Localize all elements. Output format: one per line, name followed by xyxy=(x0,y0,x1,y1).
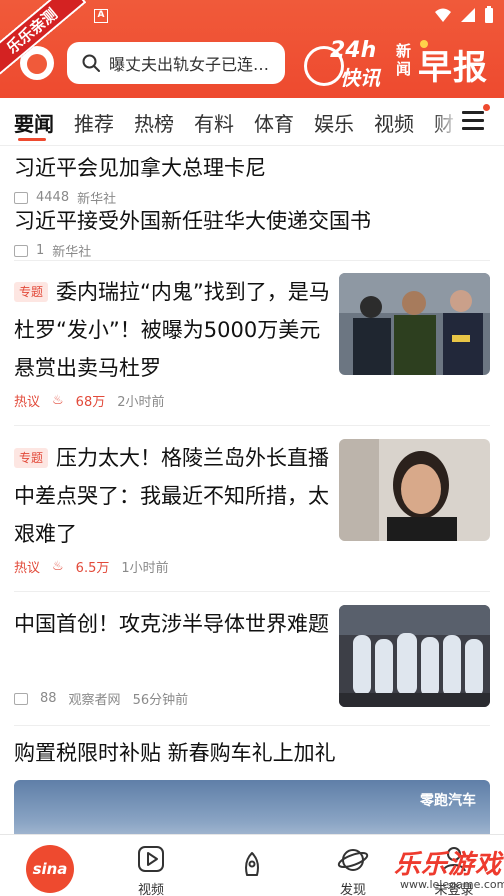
news-meta: 热议 ♨ 68万 2小时前 xyxy=(14,391,165,410)
news-meta: 热议 ♨ 6.5万 1小时前 xyxy=(14,557,169,576)
search-input[interactable]: 曝丈夫出轨女子已连… xyxy=(67,42,285,84)
divider xyxy=(14,591,490,592)
search-placeholder: 曝丈夫出轨女子已连… xyxy=(109,55,270,74)
comment-count: 4448 xyxy=(36,190,70,205)
rocket-icon xyxy=(245,852,259,876)
news-card[interactable]: 专题 委内瑞拉“内鬼”找到了，是马杜罗“发小”！被曝为5000万美元悬赏出卖马杜罗… xyxy=(14,273,490,413)
wifi-icon xyxy=(435,8,451,22)
search-icon xyxy=(82,54,100,72)
nav-video-label: 视频 xyxy=(137,883,164,896)
play-icon xyxy=(138,846,164,872)
news-thumbnail xyxy=(339,439,490,541)
divider xyxy=(14,725,490,726)
nav-discover-label: 发现 xyxy=(339,883,366,896)
news-card[interactable]: 专题 压力太大！格陵兰岛外长直播中差点哭了：我最近不知所措，太艰难了 热议 ♨ 6… xyxy=(14,439,490,579)
tab-hot[interactable]: 热榜 xyxy=(134,108,174,137)
nav-home-label: sina xyxy=(32,860,68,878)
brand-morning: 早报 xyxy=(418,48,488,88)
news-title: 习近平会见加拿大总理卡尼 xyxy=(14,156,266,180)
tab-headlines[interactable]: 要闻 xyxy=(14,108,54,137)
news-card[interactable]: 中国首创！攻克涉半导体世界难题 88 观察者网 56分钟前 xyxy=(14,605,490,727)
menu-badge-dot xyxy=(483,104,490,111)
tab-sports[interactable]: 体育 xyxy=(254,108,294,137)
news-title: 中国首创！攻克涉半导体世界难题 xyxy=(14,612,329,636)
app-header: A 曝丈夫出轨女子已连… 24h 快讯 新闻 早报 xyxy=(0,0,504,98)
news-source: 新华社 xyxy=(52,245,92,260)
ad-title[interactable]: 购置税限时补贴 新春购车礼上加礼 xyxy=(14,737,336,767)
comment-count: 88 xyxy=(40,691,57,706)
top-news-item[interactable]: 习近平会见加拿大总理卡尼 4448 新华社 xyxy=(14,152,490,207)
news-photo-minister xyxy=(339,439,490,541)
news-title: 压力太大！格陵兰岛外长直播中差点哭了：我最近不知所措，太艰难了 xyxy=(14,446,330,546)
fire-icon: ♨ xyxy=(52,559,64,574)
divider xyxy=(14,425,490,426)
brand-logo: 24h 快讯 新闻 早报 xyxy=(300,38,496,90)
ad-banner[interactable]: 零跑汽车 xyxy=(14,780,490,834)
publish-time: 1小时前 xyxy=(121,561,169,576)
publish-time: 56分钟前 xyxy=(132,693,189,708)
watermark-text: 乐乐游戏 xyxy=(394,850,503,880)
heat-count: 6.5万 xyxy=(75,561,110,576)
news-title: 委内瑞拉“内鬼”找到了，是马杜罗“发小”！被曝为5000万美元悬赏出卖马杜罗 xyxy=(14,280,330,380)
menu-icon xyxy=(462,111,484,114)
comment-icon xyxy=(14,692,28,705)
news-feed[interactable]: 习近平会见加拿大总理卡尼 4448 新华社 习近平接受外国新任驻华大使递交国书 … xyxy=(0,147,504,834)
news-thumbnail xyxy=(339,605,490,707)
sina-logo-dot xyxy=(27,54,47,74)
comment-icon xyxy=(14,191,28,204)
news-meta: 1 新华社 xyxy=(14,241,490,260)
tab-video[interactable]: 视频 xyxy=(374,108,414,137)
brand-24h: 24h xyxy=(330,38,377,63)
brand-quick: 快讯 xyxy=(340,66,380,90)
nav-discover[interactable]: 发现 xyxy=(323,841,383,896)
news-title-block: 专题 压力太大！格陵兰岛外长直播中差点哭了：我最近不知所措，太艰难了 xyxy=(14,439,330,553)
notification-icon: A xyxy=(94,9,108,23)
brand-dot xyxy=(420,40,428,48)
hot-label: 热议 xyxy=(14,395,41,410)
watermark-logo: 乐乐游戏 www.lelegame.com xyxy=(394,842,504,896)
tab-entertainment[interactable]: 娱乐 xyxy=(314,108,354,137)
top-news-item[interactable]: 习近平接受外国新任驻华大使递交国书 1 新华社 xyxy=(14,205,490,260)
news-source: 观察者网 xyxy=(68,693,121,708)
comment-icon xyxy=(14,244,28,257)
news-title: 习近平接受外国新任驻华大使递交国书 xyxy=(14,209,371,233)
menu-icon-line xyxy=(462,127,484,130)
tab-youliao[interactable]: 有料 xyxy=(194,108,234,137)
brand-news: 新闻 xyxy=(396,42,412,78)
active-tab-indicator xyxy=(18,138,46,141)
signal-icon xyxy=(461,8,475,22)
news-title-block: 专题 委内瑞拉“内鬼”找到了，是马杜罗“发小”！被曝为5000万美元悬赏出卖马杜罗 xyxy=(14,273,330,387)
comment-count: 1 xyxy=(36,243,45,258)
channel-menu-button[interactable] xyxy=(460,104,490,134)
heat-count: 68万 xyxy=(75,395,106,410)
tab-recommend[interactable]: 推荐 xyxy=(74,108,114,137)
fire-icon: ♨ xyxy=(52,393,64,408)
planet-icon xyxy=(337,849,369,871)
nav-explore[interactable] xyxy=(222,841,282,895)
topic-tag: 专题 xyxy=(14,448,49,468)
news-meta: 88 观察者网 56分钟前 xyxy=(14,689,188,708)
divider xyxy=(14,260,490,261)
watermark-url: www.lelegame.com xyxy=(400,878,504,891)
news-photo-soldiers xyxy=(339,273,490,375)
news-photo-lab xyxy=(339,605,490,707)
battery-icon xyxy=(485,6,493,23)
channel-tabs: 要闻 推荐 热榜 有料 体育 娱乐 视频 财 xyxy=(0,98,504,146)
status-icons xyxy=(434,6,494,24)
nav-video[interactable]: 视频 xyxy=(121,841,181,896)
topic-tag: 专题 xyxy=(14,282,49,302)
hot-label: 热议 xyxy=(14,561,41,576)
ad-brand: 零跑汽车 xyxy=(420,793,476,809)
menu-icon-line xyxy=(462,119,484,122)
sina-logo-icon: sina xyxy=(26,845,74,893)
news-thumbnail xyxy=(339,273,490,375)
nav-home[interactable]: sina xyxy=(0,841,100,895)
publish-time: 2小时前 xyxy=(117,395,165,410)
